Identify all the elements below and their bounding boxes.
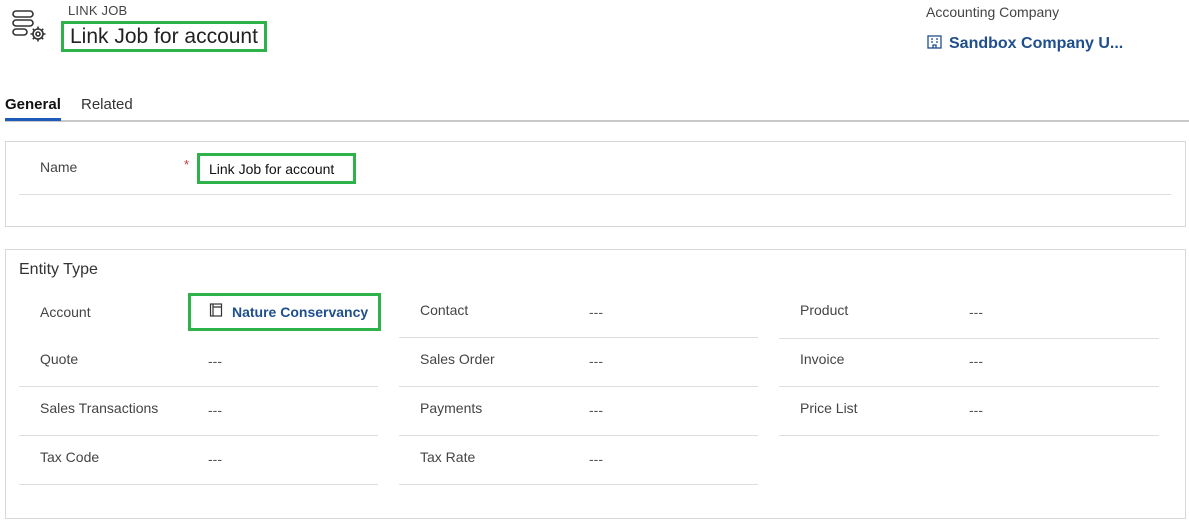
field-divider [19,386,378,387]
product-label: Product [800,302,849,318]
field-divider [399,435,758,436]
record-title: Link Job for account [70,25,258,48]
company-link[interactable]: Sandbox Company U... [926,33,1123,55]
active-tab-indicator [5,118,61,121]
tax-code-label: Tax Code [40,449,100,465]
company-label: Accounting Company [926,4,1060,20]
required-marker: * [184,157,190,172]
name-field[interactable]: Link Job for account [197,153,356,184]
field-divider [19,435,378,436]
product-value[interactable]: --- [969,304,983,320]
entity-type-title: Entity Type [19,261,98,278]
entity-type-section [5,249,1186,519]
entity-type-label: LINK JOB [68,3,128,18]
field-divider [779,435,1159,436]
payments-value[interactable]: --- [589,402,603,418]
sales-transactions-label: Sales Transactions [40,400,159,416]
field-divider [19,484,378,485]
company-name[interactable]: Sandbox Company U... [949,35,1123,53]
tab-divider [5,120,1189,122]
field-divider [399,386,758,387]
price-list-label: Price List [800,400,858,416]
tax-rate-value[interactable]: --- [589,451,603,467]
invoice-value[interactable]: --- [969,353,983,369]
contact-value[interactable]: --- [589,304,603,320]
sales-transactions-value[interactable]: --- [208,402,222,418]
tab-related[interactable]: Related [81,96,133,113]
entity-settings-icon [10,8,50,44]
field-divider [399,484,758,485]
payments-label: Payments [420,400,483,416]
account-link[interactable]: Nature Conservancy [188,293,381,331]
name-section [5,141,1186,227]
quote-label: Quote [40,351,79,367]
sales-order-label: Sales Order [420,351,495,367]
tax-code-value[interactable]: --- [208,451,222,467]
contact-label: Contact [420,302,469,318]
field-divider [779,386,1159,387]
record-title-box: Link Job for account [61,21,267,52]
company-record-icon [926,33,943,55]
price-list-value[interactable]: --- [969,402,983,418]
invoice-label: Invoice [800,351,845,367]
quote-value[interactable]: --- [208,353,222,369]
field-divider [779,338,1159,339]
account-value[interactable]: Nature Conservancy [232,304,368,320]
account-record-icon [209,302,224,323]
name-label: Name [40,159,78,175]
tab-general[interactable]: General [5,96,61,113]
tax-rate-label: Tax Rate [420,449,476,465]
name-field-value[interactable]: Link Job for account [209,161,334,177]
name-field-divider [19,194,1171,195]
field-divider [399,337,758,338]
account-label: Account [40,304,91,320]
sales-order-value[interactable]: --- [589,353,603,369]
